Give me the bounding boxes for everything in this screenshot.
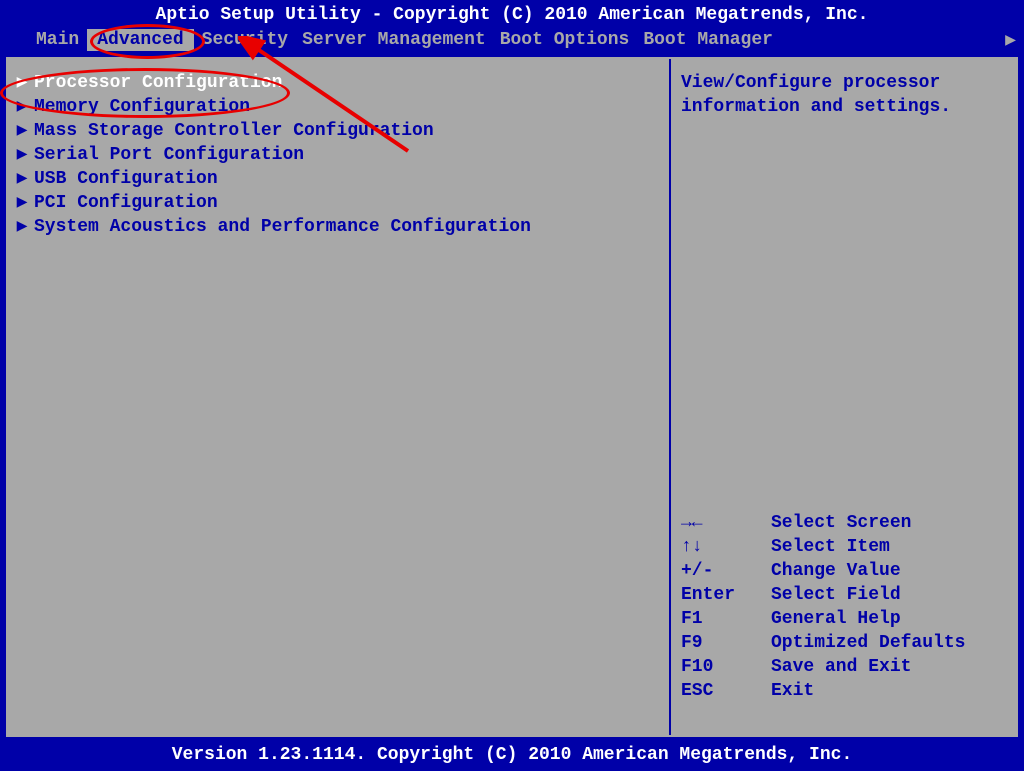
tab-security[interactable]: Security [196, 29, 294, 51]
help-text-line: View/Configure processor [681, 71, 1006, 95]
menu-item-processor-configuration[interactable]: ▶ Processor Configuration [16, 71, 661, 95]
key-row: ↑↓ Select Item [681, 535, 1006, 559]
key-label: Enter [681, 583, 771, 607]
tab-bar: Main Advanced Security Server Management… [0, 27, 1024, 57]
submenu-arrow-icon: ▶ [16, 71, 28, 95]
menu-item-label: USB Configuration [34, 167, 218, 191]
key-label: F10 [681, 655, 771, 679]
key-row: +/- Change Value [681, 559, 1006, 583]
submenu-arrow-icon: ▶ [16, 167, 28, 191]
submenu-arrow-icon: ▶ [16, 143, 28, 167]
help-panel: View/Configure processor information and… [671, 59, 1016, 735]
menu-item-mass-storage-controller-configuration[interactable]: ▶ Mass Storage Controller Configuration [16, 119, 661, 143]
menu-panel: ▶ Processor Configuration ▶ Memory Confi… [8, 59, 671, 735]
help-text-line: information and settings. [681, 95, 1006, 119]
menu-item-label: Processor Configuration [34, 71, 282, 95]
menu-item-system-acoustics-performance-configuration[interactable]: ▶ System Acoustics and Performance Confi… [16, 215, 661, 239]
menu-item-label: Memory Configuration [34, 95, 250, 119]
help-text: View/Configure processor information and… [681, 71, 1006, 119]
tab-boot-manager[interactable]: Boot Manager [637, 29, 779, 51]
key-row: ESC Exit [681, 679, 1006, 703]
key-action: Change Value [771, 559, 901, 583]
submenu-arrow-icon: ▶ [16, 215, 28, 239]
menu-item-pci-configuration[interactable]: ▶ PCI Configuration [16, 191, 661, 215]
key-label: F9 [681, 631, 771, 655]
footer-text: Version 1.23.1114. Copyright (C) 2010 Am… [0, 743, 1024, 767]
submenu-arrow-icon: ▶ [16, 119, 28, 143]
tab-boot-options[interactable]: Boot Options [494, 29, 636, 51]
key-label: →← [681, 511, 771, 535]
key-row: F9 Optimized Defaults [681, 631, 1006, 655]
submenu-arrow-icon: ▶ [16, 95, 28, 119]
key-label: ESC [681, 679, 771, 703]
menu-item-label: PCI Configuration [34, 191, 218, 215]
key-label: ↑↓ [681, 535, 771, 559]
key-label: F1 [681, 607, 771, 631]
menu-item-serial-port-configuration[interactable]: ▶ Serial Port Configuration [16, 143, 661, 167]
content-area: ▶ Processor Configuration ▶ Memory Confi… [6, 57, 1018, 737]
key-row: Enter Select Field [681, 583, 1006, 607]
key-row: →← Select Screen [681, 511, 1006, 535]
key-action: General Help [771, 607, 901, 631]
menu-item-label: Mass Storage Controller Configuration [34, 119, 434, 143]
key-action: Select Screen [771, 511, 911, 535]
key-row: F1 General Help [681, 607, 1006, 631]
key-label: +/- [681, 559, 771, 583]
tab-server-management[interactable]: Server Management [296, 29, 492, 51]
tab-advanced[interactable]: Advanced [87, 29, 193, 51]
menu-item-memory-configuration[interactable]: ▶ Memory Configuration [16, 95, 661, 119]
menu-item-label: Serial Port Configuration [34, 143, 304, 167]
submenu-arrow-icon: ▶ [16, 191, 28, 215]
tab-scroll-right-icon[interactable]: ▶ [1005, 29, 1016, 51]
menu-item-label: System Acoustics and Performance Configu… [34, 215, 531, 239]
key-action: Save and Exit [771, 655, 911, 679]
key-action: Optimized Defaults [771, 631, 965, 655]
header-title: Aptio Setup Utility - Copyright (C) 2010… [0, 0, 1024, 27]
key-row: F10 Save and Exit [681, 655, 1006, 679]
tab-main[interactable]: Main [30, 29, 85, 51]
key-help: →← Select Screen ↑↓ Select Item +/- Chan… [681, 511, 1006, 723]
key-action: Select Item [771, 535, 890, 559]
key-action: Select Field [771, 583, 901, 607]
menu-item-usb-configuration[interactable]: ▶ USB Configuration [16, 167, 661, 191]
key-action: Exit [771, 679, 814, 703]
